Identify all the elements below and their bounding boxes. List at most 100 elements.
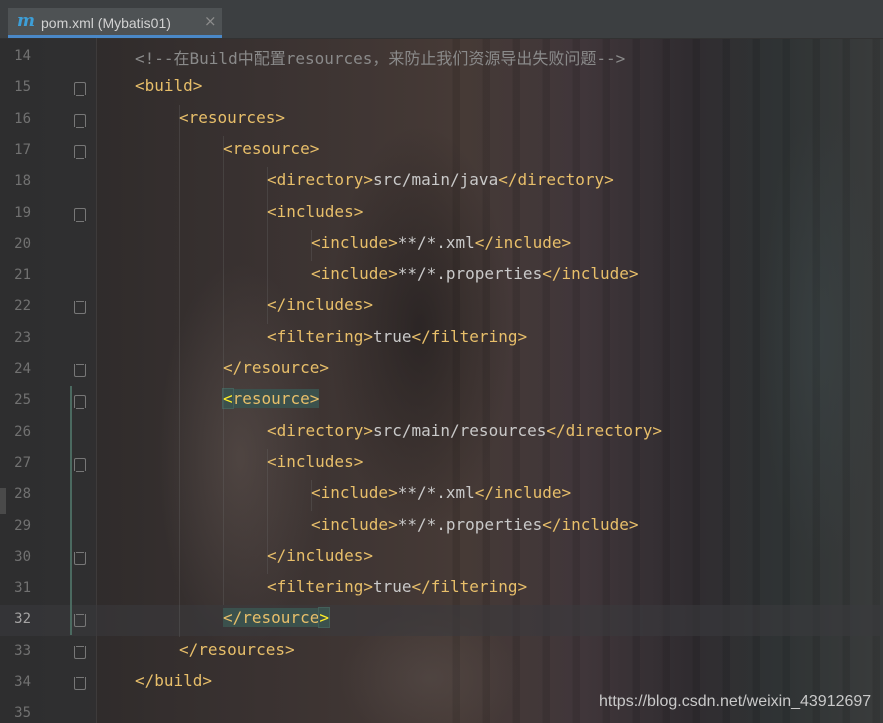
xml-tag: <include> — [311, 264, 398, 284]
xml-tag: </filtering> — [411, 326, 528, 346]
line-number: 20 — [14, 235, 31, 252]
code-line[interactable]: 17 <resource> — [0, 136, 883, 167]
xml-tag: </directory> — [498, 170, 614, 190]
code-text: <includes> — [267, 452, 363, 471]
xml-tag: <filtering> — [267, 577, 373, 597]
line-number: 21 — [14, 267, 31, 284]
code-text: <include>**/*.xml</include> — [311, 483, 571, 502]
fold-end-icon[interactable] — [74, 364, 86, 377]
fold-end-icon[interactable] — [74, 301, 86, 315]
code-text: <build> — [135, 76, 202, 95]
editor-window: m pom.xml (Mybatis01) × 14 <!--在Build中配置r… — [0, 0, 883, 723]
xml-tag: <include> — [311, 232, 398, 252]
fold-collapse-icon[interactable] — [74, 457, 86, 472]
line-number: 27 — [14, 454, 31, 471]
line-number: 35 — [14, 705, 31, 722]
fold-end-icon[interactable] — [74, 645, 86, 659]
xml-value: true — [372, 577, 412, 597]
fold-collapse-icon[interactable] — [74, 113, 86, 128]
code-text: <include>**/*.xml</include> — [311, 233, 571, 252]
code-line[interactable]: 15 <build> — [0, 73, 883, 104]
tab-title[interactable]: pom.xml (Mybatis01) — [41, 15, 171, 31]
xml-value: src/main/resources — [372, 420, 547, 440]
code-line[interactable]: 29 <include>**/*.properties</include> — [0, 512, 883, 543]
xml-comment: <!--在Build中配置resources，来防止我们资源导出失败问题--> — [135, 49, 626, 68]
code-line[interactable]: 26 <directory>src/main/resources</directo… — [0, 418, 883, 449]
xml-value: **/*.xml — [397, 232, 475, 252]
xml-tag: <filtering> — [267, 326, 373, 346]
fold-collapse-icon[interactable] — [74, 395, 86, 410]
code-line[interactable]: 19 <includes> — [0, 199, 883, 230]
code-line[interactable]: 14 <!--在Build中配置resources，来防止我们资源导出失败问题--… — [0, 42, 883, 73]
code-text: </resource> — [223, 607, 330, 629]
vcs-change-marker[interactable] — [70, 386, 72, 635]
code-line[interactable]: 31 <filtering>true</filtering> — [0, 574, 883, 605]
fold-end-icon[interactable] — [74, 614, 86, 628]
code-text: <resource> — [223, 139, 319, 158]
line-number: 31 — [14, 580, 31, 597]
line-number: 32 — [14, 611, 31, 628]
code-line[interactable]: 23 <filtering>true</filtering> — [0, 324, 883, 355]
code-line[interactable]: 25 <resource> — [0, 386, 883, 417]
fold-end-icon[interactable] — [74, 677, 86, 690]
indent-guide — [267, 448, 268, 575]
code-line[interactable]: 27 <includes> — [0, 449, 883, 480]
code-line[interactable]: 24 </resource> — [0, 355, 883, 386]
maven-file-icon: m — [17, 11, 35, 31]
line-number: 14 — [14, 48, 31, 64]
line-number: 15 — [14, 79, 31, 96]
code-line[interactable]: 16 <resources> — [0, 105, 883, 136]
fold-collapse-icon[interactable] — [74, 207, 86, 222]
code-text: <!--在Build中配置resources，来防止我们资源导出失败问题--> — [135, 45, 625, 69]
code-text: </resources> — [179, 640, 295, 659]
indent-guide — [223, 135, 224, 606]
code-text: <filtering>true</filtering> — [267, 577, 527, 596]
xml-value: **/*.properties — [397, 264, 543, 284]
xml-tag: </resource> — [223, 358, 329, 377]
code-line[interactable]: 20 <include>**/*.xml</include> — [0, 230, 883, 261]
line-number: 19 — [14, 204, 31, 221]
close-icon[interactable]: × — [204, 12, 217, 30]
tab-pom-xml[interactable]: m pom.xml (Mybatis01) × — [8, 8, 222, 38]
code-line[interactable]: 21 <include>**/*.properties</include> — [0, 261, 883, 292]
indent-guide — [311, 480, 312, 512]
xml-tag: <resources> — [179, 107, 285, 127]
line-number: 16 — [14, 110, 31, 127]
line-number: 33 — [14, 642, 31, 659]
code-line[interactable]: 28 <include>**/*.xml</include> — [0, 480, 883, 511]
code-text: <include>**/*.properties</include> — [311, 515, 639, 534]
xml-tag: <build> — [135, 76, 203, 96]
xml-tag: </filtering> — [411, 577, 528, 597]
xml-tag: <resource> — [223, 138, 320, 158]
xml-tag: <directory> — [267, 170, 373, 190]
code-line[interactable]: 22 </includes> — [0, 292, 883, 323]
xml-value: true — [372, 326, 412, 346]
code-text: </build> — [135, 671, 212, 690]
code-line[interactable]: 33 </resources> — [0, 637, 883, 668]
code-text: <resources> — [179, 108, 285, 127]
line-number: 17 — [14, 141, 31, 158]
line-number: 23 — [14, 329, 31, 346]
fold-collapse-icon[interactable] — [74, 82, 86, 97]
code-text: <includes> — [267, 202, 363, 221]
code-text: </includes> — [267, 546, 373, 565]
line-number: 26 — [14, 423, 31, 440]
code-text: <include>**/*.properties</include> — [311, 264, 639, 283]
xml-value: **/*.properties — [397, 514, 543, 534]
watermark-text: https://blog.csdn.net/weixin_43912697 — [599, 693, 872, 710]
fold-end-icon[interactable] — [74, 551, 86, 565]
indent-guide — [179, 104, 180, 637]
indent-guide — [311, 229, 312, 262]
code-text: <resource> — [222, 388, 320, 410]
xml-tag: </include> — [474, 232, 572, 252]
xml-tag: resource> — [232, 389, 320, 409]
code-line[interactable]: 18 <directory>src/main/java</directory> — [0, 167, 883, 198]
code-line[interactable]: 32 </resource> — [0, 605, 883, 637]
line-number: 22 — [14, 298, 31, 315]
code-line[interactable]: 30 </includes> — [0, 543, 883, 574]
line-number: 34 — [14, 674, 31, 690]
fold-collapse-icon[interactable] — [74, 144, 86, 159]
code-text: <directory>src/main/java</directory> — [267, 170, 614, 189]
xml-tag: <include> — [311, 483, 398, 503]
xml-tag: <includes> — [267, 451, 364, 471]
